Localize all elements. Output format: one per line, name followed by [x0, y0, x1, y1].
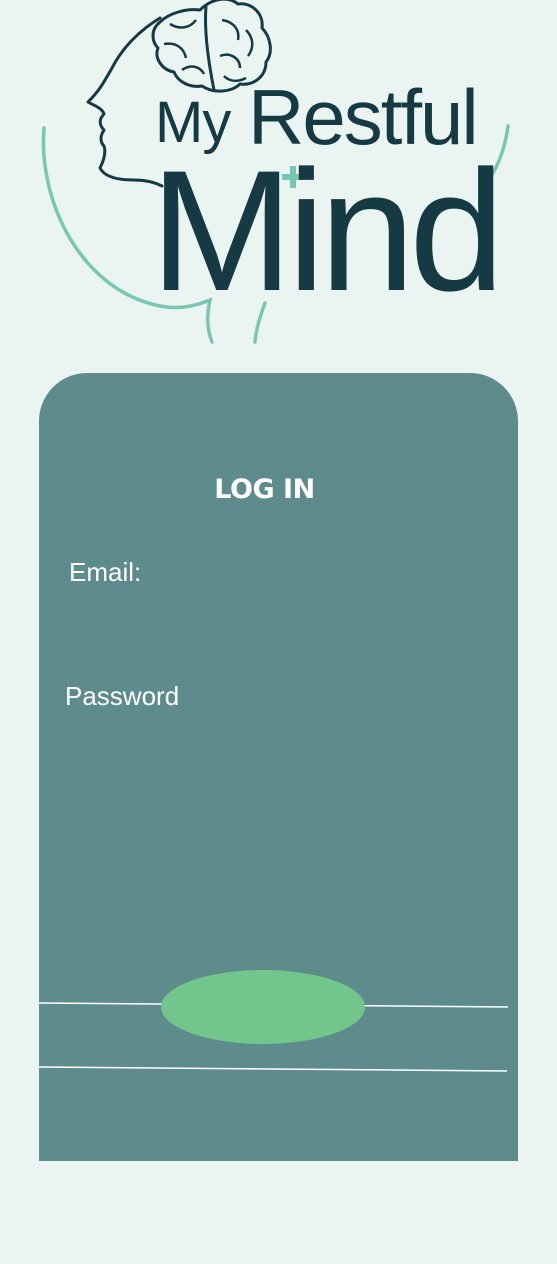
password-label: Password [65, 681, 180, 711]
app-logo: My Restful Mind [0, 0, 557, 350]
login-submit-button[interactable] [161, 970, 365, 1044]
login-title: LOG IN [214, 474, 315, 505]
password-field[interactable] [65, 720, 494, 762]
email-label: Email: [69, 557, 142, 587]
email-field[interactable] [160, 552, 494, 594]
logo-word-mind: Mind [150, 135, 505, 327]
